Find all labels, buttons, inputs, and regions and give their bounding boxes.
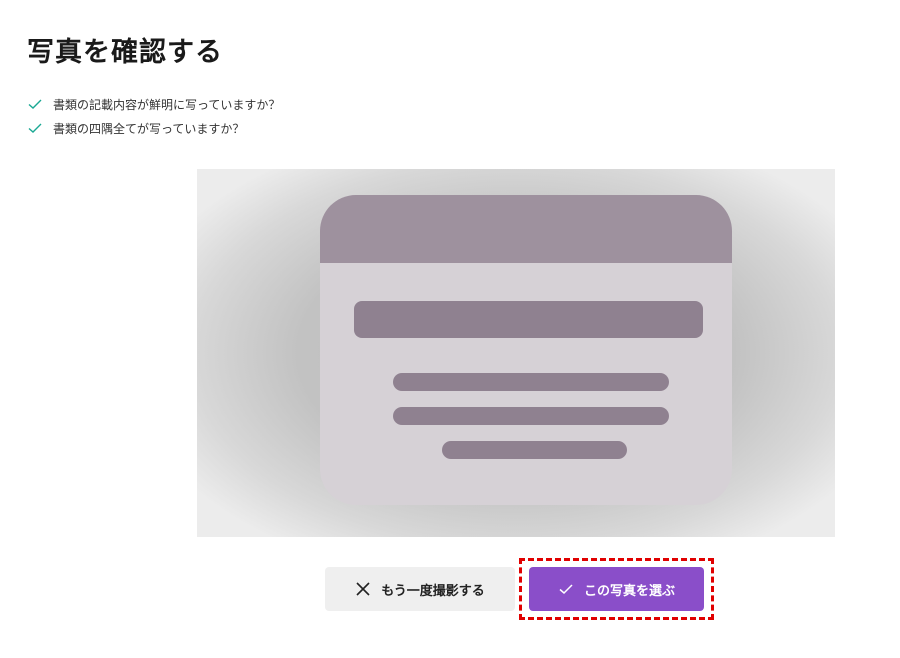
select-photo-button[interactable]: この写真を選ぶ: [529, 567, 704, 611]
page-title: 写真を確認する: [27, 37, 223, 68]
check-icon: [27, 96, 43, 112]
check-icon: [558, 581, 574, 597]
checklist-item-label: 書類の記載内容が鮮明に写っていますか？: [53, 97, 281, 112]
retake-button-label: もう一度撮影する: [381, 583, 485, 599]
checklist-item-label: 書類の四隅全てが写っていますか？: [53, 121, 245, 136]
close-icon: [355, 581, 371, 597]
checklist-item: 書類の四隅全てが写っていますか？: [27, 116, 280, 140]
retake-button[interactable]: もう一度撮影する: [325, 567, 515, 611]
checklist: 書類の記載内容が鮮明に写っていますか？ 書類の四隅全てが写っていますか？: [27, 92, 280, 140]
photo-preview: [197, 169, 835, 537]
id-card-placeholder-icon: [320, 195, 732, 505]
check-icon: [27, 120, 43, 136]
select-photo-button-label: この写真を選ぶ: [583, 583, 675, 599]
checklist-item: 書類の記載内容が鮮明に写っていますか？: [27, 92, 280, 116]
